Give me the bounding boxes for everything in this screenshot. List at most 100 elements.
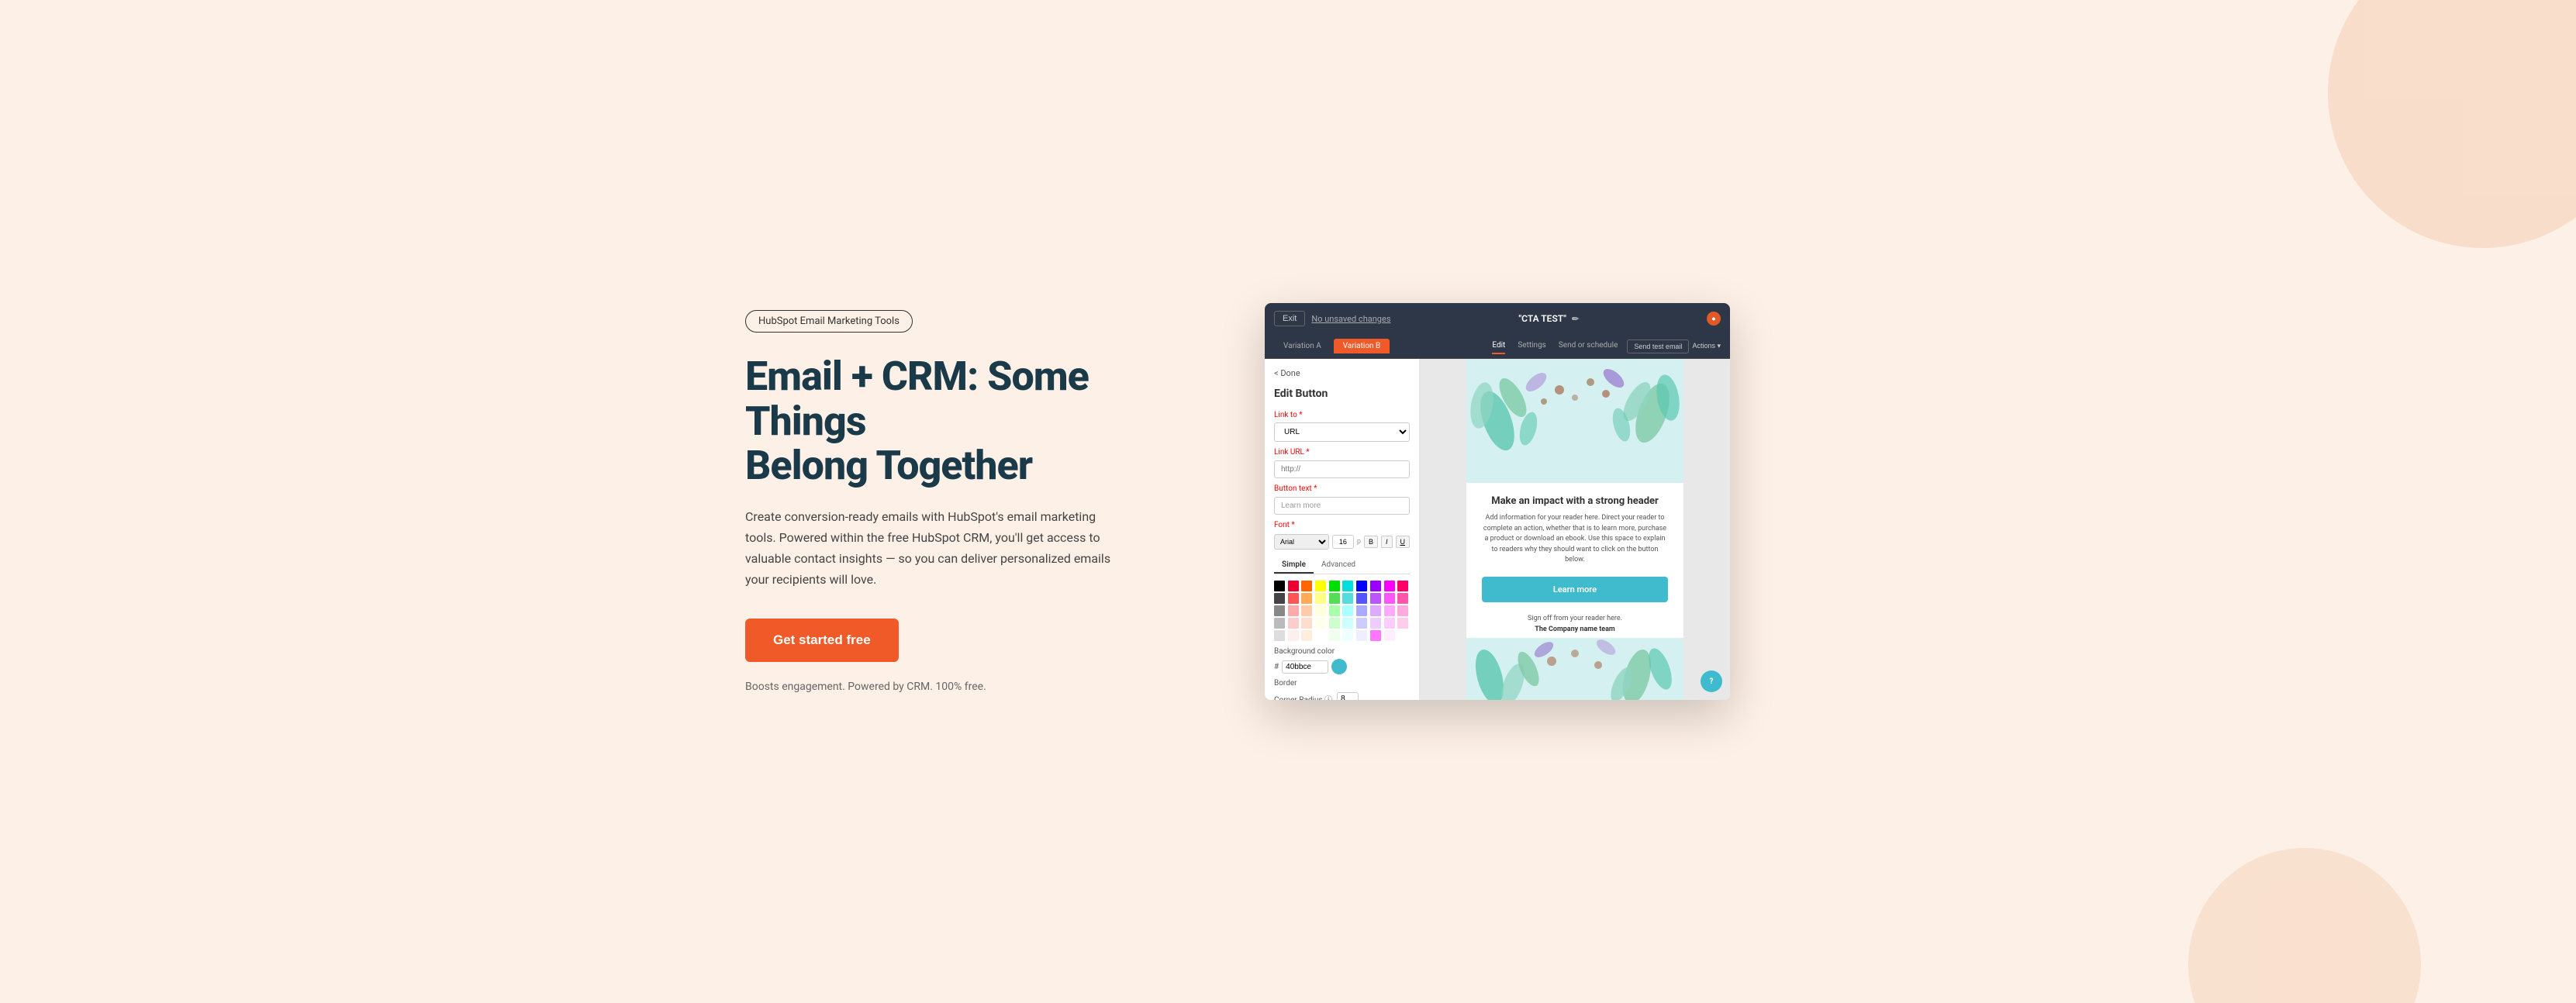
color-teal[interactable] <box>1342 581 1353 591</box>
font-select[interactable]: Arial <box>1274 534 1329 550</box>
underline-button[interactable]: U <box>1396 536 1411 548</box>
link-url-label: Link URL * <box>1274 448 1410 457</box>
color-palewhite[interactable] <box>1274 630 1285 641</box>
color-vpalered[interactable] <box>1288 618 1299 629</box>
bg-color-label: Background color <box>1274 647 1335 656</box>
bg-color-input[interactable] <box>1282 660 1328 674</box>
link-url-input[interactable] <box>1274 460 1410 478</box>
main-heading: Email + CRM: Some Things Belong Together <box>745 354 1117 488</box>
variation-a-tab[interactable]: Variation A <box>1274 339 1331 353</box>
color-vpaleteal[interactable] <box>1342 618 1353 629</box>
button-text-label: Button text * <box>1274 484 1410 493</box>
link-to-label: Link to * <box>1274 411 1410 419</box>
color-lightgray[interactable] <box>1274 618 1285 629</box>
color-palemagenta[interactable] <box>1384 605 1395 616</box>
toolbar-title: "CTA TEST" ✏ <box>1397 313 1701 324</box>
email-container: Make an impact with a strong header Add … <box>1466 359 1683 700</box>
color-lightblue[interactable] <box>1356 593 1367 604</box>
corner-label: Corner Radius ⓘ <box>1274 693 1332 700</box>
color-yellow[interactable] <box>1315 581 1326 591</box>
cta-button[interactable]: Get started free <box>745 619 899 662</box>
color-orange[interactable] <box>1301 581 1312 591</box>
italic-button[interactable]: I <box>1381 536 1393 548</box>
color-pwhite[interactable] <box>1370 630 1381 641</box>
ui-mockup: Exit No unsaved changes "CTA TEST" ✏ ● V… <box>1265 303 1730 700</box>
color-bwhite[interactable] <box>1356 630 1367 641</box>
color-purple[interactable] <box>1370 581 1381 591</box>
style-tabs: Simple Advanced <box>1274 557 1410 574</box>
color-mwhite[interactable] <box>1384 630 1395 641</box>
mockup-body: < Done Edit Button Link to * URL Link UR… <box>1265 359 1730 700</box>
color-lightred[interactable] <box>1288 593 1299 604</box>
color-red[interactable] <box>1288 581 1299 591</box>
simple-tab[interactable]: Simple <box>1274 557 1314 574</box>
unsaved-changes[interactable]: No unsaved changes <box>1311 314 1390 324</box>
color-palepurple[interactable] <box>1370 605 1381 616</box>
color-lightpurple[interactable] <box>1370 593 1381 604</box>
font-size-input[interactable] <box>1332 535 1354 549</box>
actions-button[interactable]: Actions ▾ <box>1692 342 1721 350</box>
color-green[interactable] <box>1329 581 1340 591</box>
back-link[interactable]: < Done <box>1274 368 1410 378</box>
color-lightpink[interactable] <box>1397 593 1408 604</box>
send-schedule-tab[interactable]: Send or schedule <box>1559 338 1618 354</box>
email-preview: Make an impact with a strong header Add … <box>1420 359 1730 700</box>
color-white[interactable] <box>1397 630 1408 641</box>
color-paleteal[interactable] <box>1342 605 1353 616</box>
color-gray[interactable] <box>1274 605 1285 616</box>
corner-input[interactable] <box>1337 692 1359 700</box>
email-footer-decoration <box>1466 638 1683 700</box>
color-palered[interactable] <box>1288 605 1299 616</box>
color-palepink[interactable] <box>1397 605 1408 616</box>
button-text-input[interactable] <box>1274 497 1410 515</box>
variation-b-tab[interactable]: Variation B <box>1334 339 1390 353</box>
color-lightmagenta[interactable] <box>1384 593 1395 604</box>
exit-button[interactable]: Exit <box>1274 311 1305 326</box>
color-paleorange[interactable] <box>1301 605 1312 616</box>
bg-color-row: Background color <box>1274 647 1410 656</box>
color-gwhite[interactable] <box>1329 630 1340 641</box>
bold-button[interactable]: B <box>1364 536 1378 548</box>
color-lightyellow[interactable] <box>1315 593 1326 604</box>
color-paleyellow[interactable] <box>1315 605 1326 616</box>
border-row: Border <box>1274 679 1410 688</box>
color-pink[interactable] <box>1397 581 1408 591</box>
help-button[interactable]: ? <box>1701 670 1722 692</box>
color-paleblue[interactable] <box>1356 605 1367 616</box>
color-palegreen[interactable] <box>1329 605 1340 616</box>
color-black[interactable] <box>1274 581 1285 591</box>
color-lightgreen[interactable] <box>1329 593 1340 604</box>
color-magenta[interactable] <box>1384 581 1395 591</box>
color-vpalepink[interactable] <box>1397 618 1408 629</box>
content-area: HubSpot Email Marketing Tools Email + CR… <box>745 303 1831 700</box>
send-test-button[interactable]: Send test email <box>1627 340 1689 353</box>
advanced-tab[interactable]: Advanced <box>1314 557 1363 574</box>
bg-circle-2 <box>2188 848 2421 1003</box>
color-swatch[interactable] <box>1331 659 1347 674</box>
color-lightorange[interactable] <box>1301 593 1312 604</box>
color-vpaleorange[interactable] <box>1301 618 1312 629</box>
color-owhite[interactable] <box>1301 630 1312 641</box>
color-vpalemagenta[interactable] <box>1384 618 1395 629</box>
variation-tabs: Variation A Variation B Edit Settings Se… <box>1265 334 1730 359</box>
email-header-decoration <box>1466 359 1683 483</box>
email-body: Make an impact with a strong header Add … <box>1466 483 1683 647</box>
color-vpaleyellow[interactable] <box>1315 618 1326 629</box>
edit-tab[interactable]: Edit <box>1492 338 1505 354</box>
color-blue[interactable] <box>1356 581 1367 591</box>
color-ywhite[interactable] <box>1315 630 1326 641</box>
color-darkgray[interactable] <box>1274 593 1285 604</box>
settings-tab[interactable]: Settings <box>1518 338 1546 354</box>
color-vpaleblue[interactable] <box>1356 618 1367 629</box>
color-vpalegreen[interactable] <box>1329 618 1340 629</box>
color-rwhite[interactable] <box>1288 630 1299 641</box>
color-twhite[interactable] <box>1342 630 1353 641</box>
edit-icon[interactable]: ✏ <box>1572 314 1579 324</box>
color-vpalepurple[interactable] <box>1370 618 1381 629</box>
email-cta-button[interactable]: Learn more <box>1482 577 1668 602</box>
link-to-select[interactable]: URL <box>1274 422 1410 442</box>
heading-line1: Email + CRM: Some Things <box>745 353 1089 444</box>
notification-dot: ● <box>1707 312 1721 326</box>
color-lightteal[interactable] <box>1342 593 1353 604</box>
description-text: Create conversion-ready emails with HubS… <box>745 506 1117 591</box>
